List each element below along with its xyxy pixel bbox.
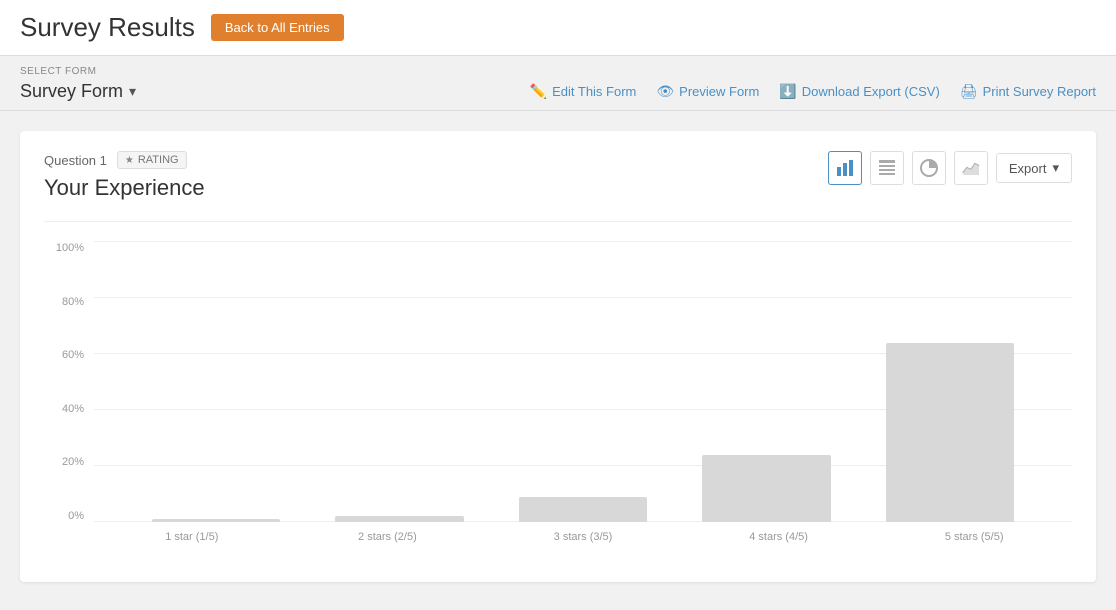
edit-icon: ✏️ bbox=[530, 83, 547, 100]
download-icon: ⬇️ bbox=[779, 83, 796, 100]
bar-chart-button[interactable] bbox=[828, 151, 862, 185]
x-label-2: 2 stars (2/5) bbox=[290, 522, 486, 552]
y-axis-labels: 0% 20% 40% 60% 80% 100% bbox=[44, 242, 90, 522]
main-content: Question 1 ★ RATING Your Experience bbox=[0, 111, 1116, 602]
chevron-down-icon: ▾ bbox=[129, 83, 136, 100]
question-meta: Question 1 ★ RATING bbox=[44, 151, 828, 169]
export-chevron-icon: ▾ bbox=[1052, 160, 1059, 176]
chart-area: 0% 20% 40% 60% 80% 100% bbox=[44, 242, 1072, 552]
question-card: Question 1 ★ RATING Your Experience bbox=[20, 131, 1096, 582]
top-header: Survey Results Back to All Entries bbox=[0, 0, 1116, 56]
preview-form-link[interactable]: 👁 Preview Form bbox=[656, 83, 759, 100]
question-header-row: Question 1 ★ RATING Your Experience bbox=[44, 151, 1072, 207]
back-to-all-entries-button[interactable]: Back to All Entries bbox=[211, 14, 344, 41]
pie-chart-button[interactable] bbox=[912, 151, 946, 185]
x-label-4: 4 stars (4/5) bbox=[681, 522, 877, 552]
preview-form-label: Preview Form bbox=[679, 84, 759, 99]
download-export-link[interactable]: ⬇️ Download Export (CSV) bbox=[779, 83, 939, 100]
bar-group-1 bbox=[124, 242, 308, 522]
table-icon bbox=[878, 159, 896, 177]
y-label-0: 0% bbox=[44, 510, 90, 522]
bar-group-4 bbox=[675, 242, 859, 522]
star-icon: ★ bbox=[125, 155, 134, 166]
eye-icon: 👁 bbox=[656, 83, 674, 100]
bar-group-5 bbox=[858, 242, 1042, 522]
selected-form-name: Survey Form bbox=[20, 81, 123, 102]
toolbar-actions: ✏️ Edit This Form 👁 Preview Form ⬇️ Down… bbox=[530, 83, 1096, 100]
page-title: Survey Results bbox=[20, 12, 195, 43]
bar-group-2 bbox=[308, 242, 492, 522]
export-label: Export bbox=[1009, 161, 1047, 176]
print-survey-link[interactable]: 🖨 Print Survey Report bbox=[960, 83, 1096, 100]
form-bar: SELECT FORM Survey Form ▾ ✏️ Edit This F… bbox=[0, 56, 1116, 111]
rating-badge: ★ RATING bbox=[117, 151, 187, 169]
edit-form-label: Edit This Form bbox=[552, 84, 636, 99]
download-export-label: Download Export (CSV) bbox=[802, 84, 940, 99]
area-chart-icon bbox=[962, 159, 980, 177]
x-label-1: 1 star (1/5) bbox=[94, 522, 290, 552]
x-axis-labels: 1 star (1/5)2 stars (2/5)3 stars (3/5)4 … bbox=[94, 522, 1072, 552]
table-chart-button[interactable] bbox=[870, 151, 904, 185]
bar-chart-icon bbox=[836, 159, 854, 177]
question-toolbar: Export ▾ bbox=[828, 151, 1072, 185]
y-label-80: 80% bbox=[44, 296, 90, 308]
export-button[interactable]: Export ▾ bbox=[996, 153, 1072, 183]
bar-4 bbox=[702, 455, 831, 522]
print-icon: 🖨 bbox=[960, 83, 978, 100]
form-bar-inner: Survey Form ▾ ✏️ Edit This Form 👁 Previe… bbox=[20, 81, 1096, 102]
bar-5 bbox=[886, 343, 1015, 522]
question-type-label: RATING bbox=[138, 154, 179, 166]
bar-group-3 bbox=[491, 242, 675, 522]
bars-container bbox=[94, 242, 1072, 522]
question-number: Question 1 bbox=[44, 153, 107, 168]
bar-3 bbox=[519, 497, 648, 522]
area-chart-button[interactable] bbox=[954, 151, 988, 185]
y-label-40: 40% bbox=[44, 403, 90, 415]
question-divider bbox=[44, 221, 1072, 222]
y-label-20: 20% bbox=[44, 456, 90, 468]
print-survey-label: Print Survey Report bbox=[983, 84, 1096, 99]
x-label-3: 3 stars (3/5) bbox=[485, 522, 681, 552]
y-label-60: 60% bbox=[44, 349, 90, 361]
chart-inner bbox=[94, 242, 1072, 522]
pie-chart-icon bbox=[920, 159, 938, 177]
select-form-label: SELECT FORM bbox=[20, 66, 1096, 77]
form-selector[interactable]: Survey Form ▾ bbox=[20, 81, 136, 102]
question-title: Your Experience bbox=[44, 175, 828, 201]
question-left: Question 1 ★ RATING Your Experience bbox=[44, 151, 828, 207]
y-label-100: 100% bbox=[44, 242, 90, 254]
x-label-5: 5 stars (5/5) bbox=[876, 522, 1072, 552]
edit-form-link[interactable]: ✏️ Edit This Form bbox=[530, 83, 637, 100]
